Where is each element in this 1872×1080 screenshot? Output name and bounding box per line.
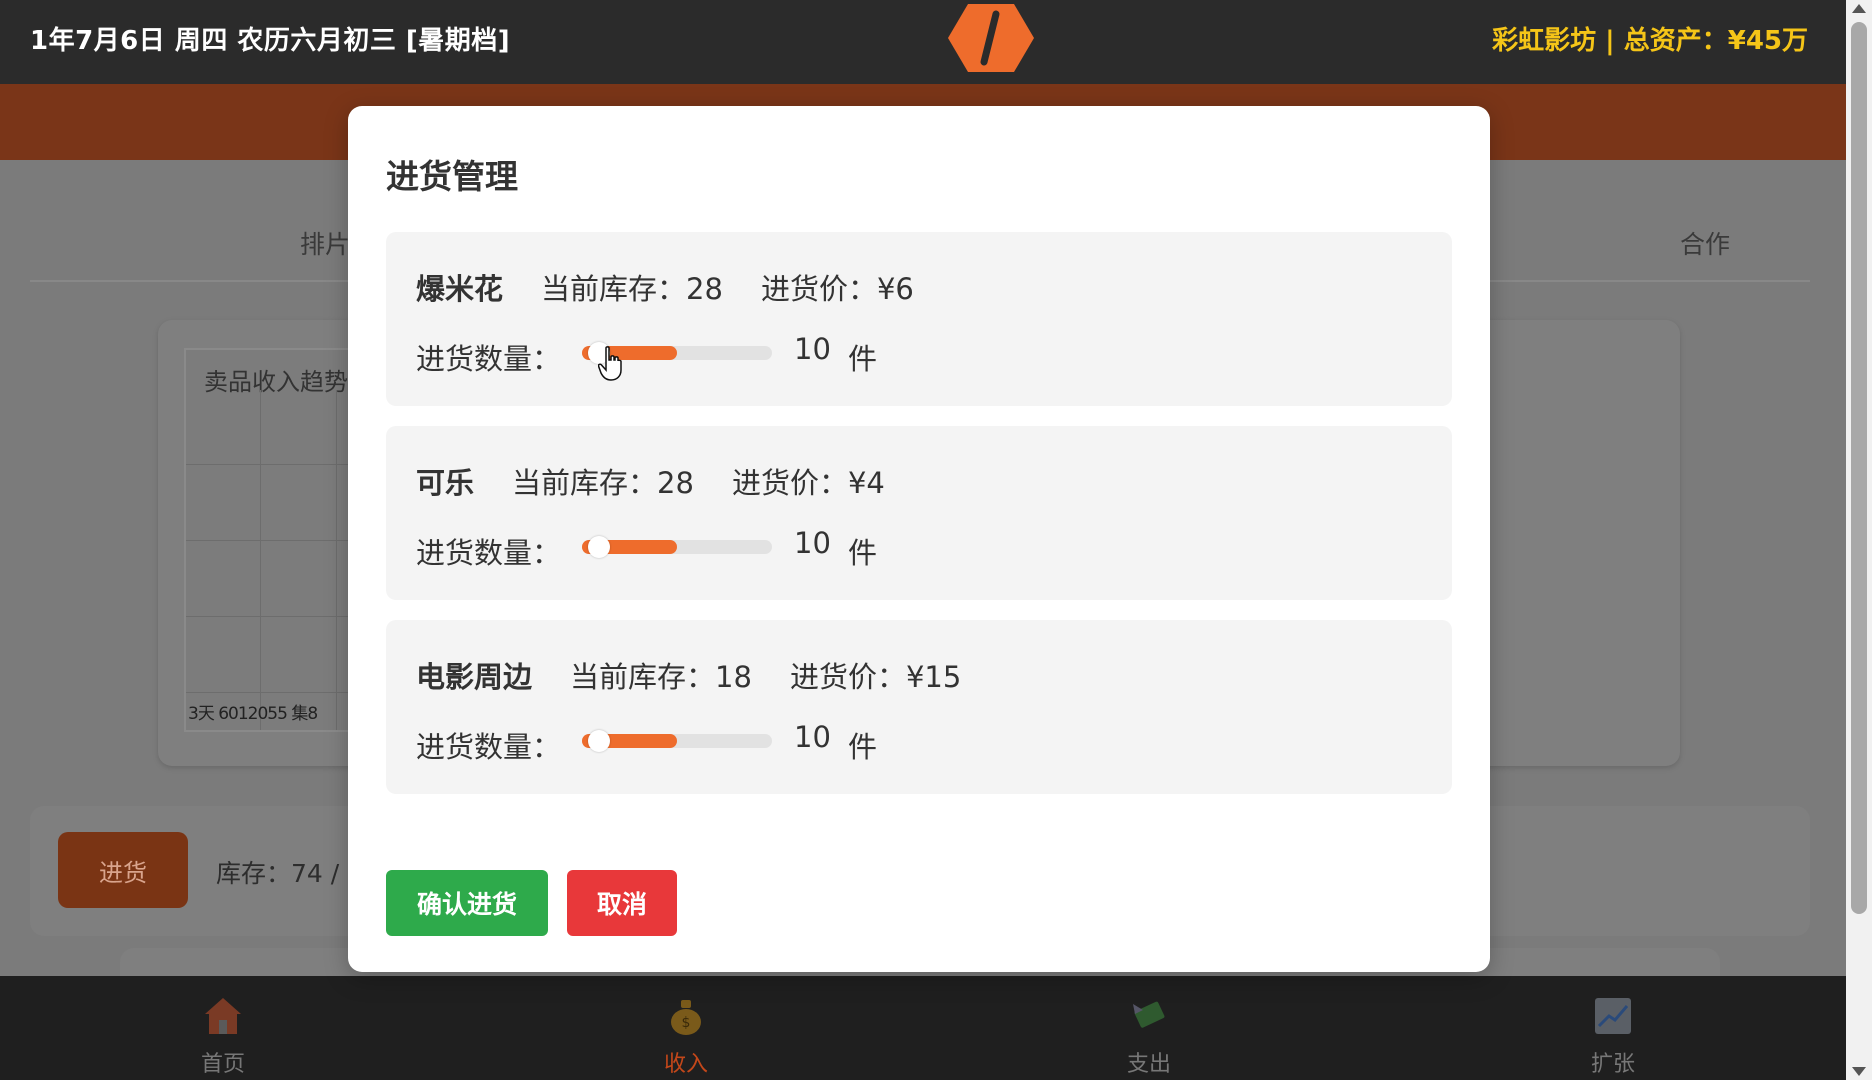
confirm-restock-button[interactable]: 确认进货 bbox=[386, 870, 548, 936]
nav-label-expense: 支出 bbox=[1126, 1052, 1171, 1077]
qty-value: 10 bbox=[794, 332, 831, 366]
scrollbar-thumb[interactable] bbox=[1851, 22, 1867, 914]
stock-label: 当前库存： bbox=[541, 272, 687, 306]
item-info: 电影周边 当前库存：18 进货价：¥15 bbox=[416, 654, 961, 696]
scrollbar[interactable] bbox=[1846, 0, 1872, 1080]
qty-label: 进货数量： bbox=[416, 730, 562, 764]
hand-cursor-icon bbox=[598, 346, 622, 381]
modal-title: 进货管理 bbox=[386, 157, 518, 196]
item-info: 可乐 当前库存：28 进货价：¥4 bbox=[416, 460, 885, 502]
nav-label-home: 首页 bbox=[200, 1052, 245, 1077]
tab-schedule[interactable]: 排片 bbox=[300, 225, 350, 261]
nav-expand[interactable]: 扩张 bbox=[1533, 976, 1693, 1080]
item-card-popcorn: 爆米花 当前库存：28 进货价：¥6 进货数量： 10 件 bbox=[386, 232, 1452, 406]
price-value: ¥4 bbox=[847, 466, 885, 500]
nav-income[interactable]: $ 收入 bbox=[606, 976, 766, 1080]
item-info: 爆米花 当前库存：28 进货价：¥6 bbox=[416, 266, 914, 308]
brand-asset-text: 彩虹影坊 | 总资产：¥45万 bbox=[1492, 26, 1808, 56]
slider-thumb[interactable] bbox=[588, 730, 610, 752]
house-icon bbox=[205, 998, 241, 1034]
top-bar: 1年7月6日 周四 农历六月初三 [暑期档] 彩虹影坊 | 总资产：¥45万 bbox=[0, 0, 1846, 84]
item-name: 可乐 bbox=[416, 466, 475, 500]
price-label: 进货价： bbox=[731, 466, 848, 500]
qty-value: 10 bbox=[794, 526, 831, 560]
qty-value: 10 bbox=[794, 720, 831, 754]
qty-slider[interactable] bbox=[582, 536, 772, 558]
nav-home[interactable]: 首页 bbox=[143, 976, 303, 1080]
bottom-nav: 首页 $ 收入 支出 扩张 bbox=[0, 976, 1846, 1080]
scroll-down-arrow-icon[interactable] bbox=[1852, 1067, 1866, 1076]
nav-expense[interactable]: 支出 bbox=[1069, 976, 1229, 1080]
qty-unit: 件 bbox=[848, 536, 878, 570]
chart-title: 卖品收入趋势 bbox=[204, 368, 348, 396]
stock-value: 28 bbox=[686, 272, 723, 306]
stock-value: 18 bbox=[715, 660, 752, 694]
stock-value: 28 bbox=[657, 466, 694, 500]
price-label: 进货价： bbox=[789, 660, 906, 694]
svg-text:$: $ bbox=[682, 1015, 691, 1031]
stock-label: 当前库存： bbox=[570, 660, 716, 694]
qty-slider[interactable] bbox=[582, 730, 772, 752]
money-bag-icon: $ bbox=[671, 1000, 701, 1035]
cancel-button[interactable]: 取消 bbox=[567, 870, 677, 936]
scroll-up-arrow-icon[interactable] bbox=[1852, 4, 1866, 13]
grid-line bbox=[336, 390, 337, 730]
logo-icon bbox=[948, 4, 1034, 72]
restock-modal: 进货管理 爆米花 当前库存：28 进货价：¥6 进货数量： 10 件 可乐 当前库存：… bbox=[348, 106, 1490, 972]
stock-text: 库存：74 / bbox=[216, 859, 340, 888]
qty-label: 进货数量： bbox=[416, 342, 562, 376]
nav-label-income: 收入 bbox=[663, 1052, 708, 1077]
money-wings-icon bbox=[1133, 1001, 1165, 1028]
item-card-merch: 电影周边 当前库存：18 进货价：¥15 进货数量： 10 件 bbox=[386, 620, 1452, 794]
date-text: 1年7月6日 周四 农历六月初三 [暑期档] bbox=[30, 26, 511, 56]
item-name: 电影周边 bbox=[416, 660, 533, 694]
slider-thumb[interactable] bbox=[588, 536, 610, 558]
item-card-cola: 可乐 当前库存：28 进货价：¥4 进货数量： 10 件 bbox=[386, 426, 1452, 600]
qty-unit: 件 bbox=[848, 342, 878, 376]
tab-cooperation[interactable]: 合作 bbox=[1680, 225, 1730, 261]
stock-label: 当前库存： bbox=[512, 466, 658, 500]
grid-line bbox=[260, 390, 261, 730]
restock-button[interactable]: 进货 bbox=[58, 832, 188, 908]
nav-label-expand: 扩张 bbox=[1590, 1052, 1635, 1077]
price-value: ¥6 bbox=[876, 272, 914, 306]
price-label: 进货价： bbox=[760, 272, 877, 306]
price-value: ¥15 bbox=[905, 660, 962, 694]
qty-unit: 件 bbox=[848, 730, 878, 764]
qty-label: 进货数量： bbox=[416, 536, 562, 570]
chart-tick-labels: 3天 6012055 集8 bbox=[188, 704, 318, 724]
item-name: 爆米花 bbox=[416, 272, 504, 306]
chart-increasing-icon bbox=[1595, 998, 1631, 1034]
